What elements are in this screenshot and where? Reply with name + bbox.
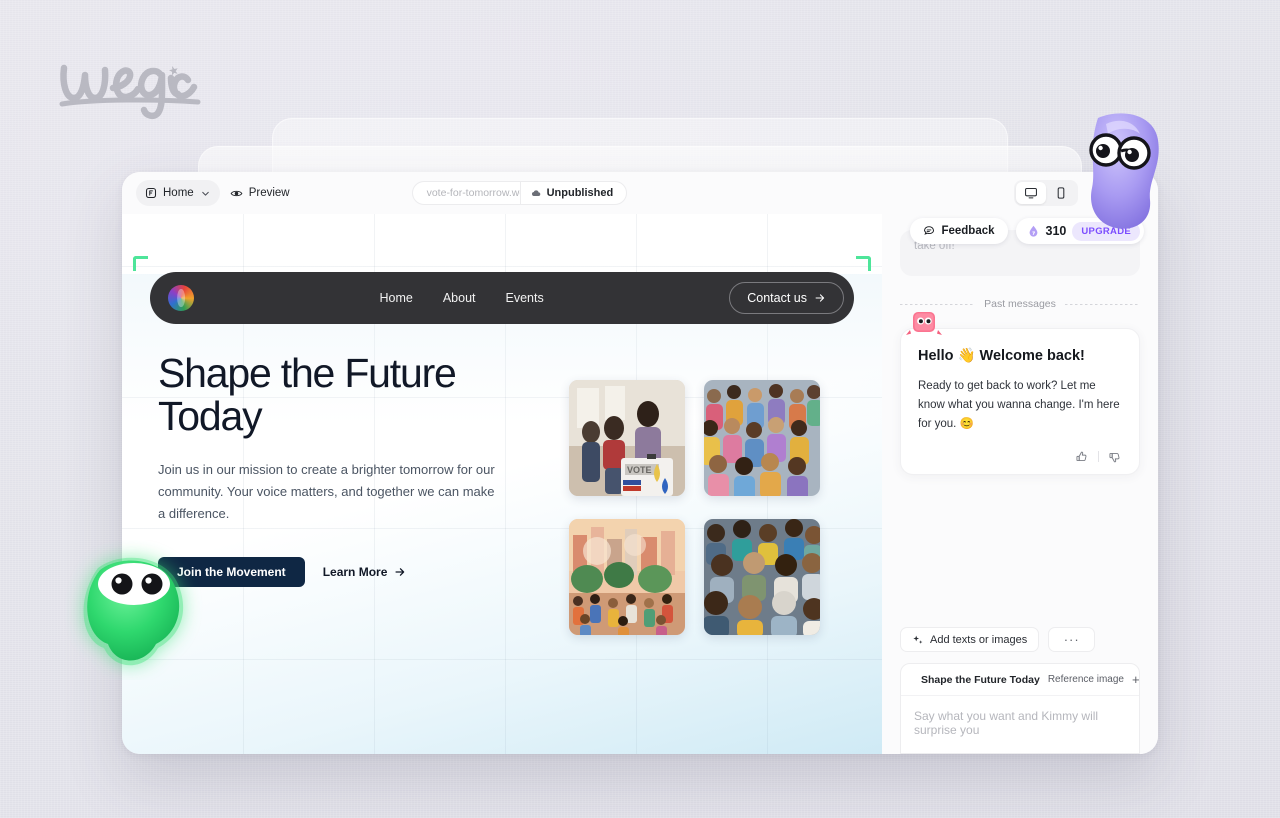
gallery-image-voting[interactable]: VOTE [569,380,685,496]
divider-line-left [900,303,976,305]
credit-drop-icon [1029,225,1037,237]
assistant-message-card: Hello 👋 Welcome back! Ready to get back … [900,328,1140,475]
learn-more-label: Learn More [322,565,388,580]
publish-status-chip[interactable]: Unpublished [519,181,628,205]
preview-button[interactable]: Preview [220,180,300,206]
chat-sidebar: Feedback 310 UPGRADE take off! Past mess… [882,214,1158,754]
eye-icon [230,190,243,196]
message-body: Ready to get back to work? Let me know w… [918,380,1120,430]
device-desktop-button[interactable] [1016,182,1046,204]
chat-bubble-icon [924,226,935,235]
cloud-off-icon [531,189,540,196]
hero-title: Shape the Future Today [158,350,506,440]
website-canvas: Home About Events Contact us Shape the F… [122,214,882,754]
contact-us-button[interactable]: Contact us [729,282,844,314]
add-texts-or-images-button[interactable]: Add texts or images [900,627,1040,652]
learn-more-link[interactable]: Learn More [323,565,407,579]
page-selector[interactable]: Home [136,180,220,206]
more-options-button[interactable]: ··· [1048,627,1096,652]
site-nav-links: Home About Events [380,291,544,305]
reaction-separator [1098,451,1099,463]
page-selector-label: Home [163,187,194,199]
hero-image-grid: VOTE [569,380,820,635]
selection-corner-top-left [133,256,148,271]
url-status-group: vote-for-tomorrow.we Unpublished [411,181,628,205]
composer-actions: Add texts or images ··· [900,627,1140,652]
chat-scroll-area[interactable]: take off! Past messages Hello 👋 Welcome … [882,214,1158,627]
nav-link-events[interactable]: Events [506,291,544,305]
hero-title-line2: Today [158,393,263,440]
hero-title-line1: Shape the Future [158,350,457,396]
monitor-icon [1025,187,1037,199]
publish-status-label: Unpublished [546,187,614,199]
arrow-right-icon [815,294,825,302]
message-title: Hello 👋 Welcome back! [918,348,1085,364]
nav-link-about[interactable]: About [443,291,476,305]
feedback-button[interactable]: Feedback [910,218,1008,244]
selection-corner-top-right [856,256,871,271]
chevron-down-icon [201,191,209,196]
site-navbar: Home About Events Contact us [150,272,854,324]
purple-ghost-mascot [1062,108,1184,236]
wegic-logo [48,44,218,120]
assistant-message: Hello 👋 Welcome back! Ready to get back … [900,312,1140,475]
arrow-right-icon [395,568,405,576]
chat-composer: Add texts or images ··· Shape the Future… [882,627,1158,754]
gallery-image-city-rally[interactable] [569,519,685,635]
frame-icon [145,187,157,199]
contact-us-label: Contact us [747,291,807,305]
gallery-image-smiling-crowd[interactable] [704,519,820,635]
add-reference-image-button[interactable]: + [1132,672,1139,687]
hero-subtitle: Join us in our mission to create a brigh… [158,461,495,522]
sparkle-icon [913,635,923,644]
reference-image-label[interactable]: Reference image [1048,674,1124,685]
past-messages-label: Past messages [984,298,1056,310]
editor-body: Home About Events Contact us Shape the F… [122,214,1158,754]
green-blob-mascot [62,540,214,680]
preview-label: Preview [248,187,290,199]
app-window: Home Preview vote-for-tomorrow.we Unpubl… [122,172,1158,754]
thumbs-up-icon[interactable] [1075,450,1089,464]
site-url-field[interactable]: vote-for-tomorrow.we [411,181,520,205]
feedback-label: Feedback [941,225,995,237]
message-reactions [918,450,1122,464]
thumbs-down-icon[interactable] [1108,450,1122,464]
composer-context-row: Shape the Future Today Reference image + [901,664,1139,696]
bot-avatar-icon [906,311,942,337]
add-button-label: Add texts or images [930,633,1028,646]
chat-input-box: Shape the Future Today Reference image +… [900,663,1140,754]
editor-toolbar: Home Preview vote-for-tomorrow.we Unpubl… [122,172,1158,214]
chat-input[interactable]: Say what you want and Kimmy will surpris… [901,696,1139,753]
gallery-image-crowd-illustration[interactable] [704,380,820,496]
site-logo-icon[interactable] [168,285,194,311]
context-chip-label[interactable]: Shape the Future Today [921,674,1040,686]
divider-line-right [1064,303,1141,305]
past-messages-divider: Past messages [900,298,1141,310]
svg-text:VOTE: VOTE [627,465,652,475]
nav-link-home[interactable]: Home [380,291,413,305]
